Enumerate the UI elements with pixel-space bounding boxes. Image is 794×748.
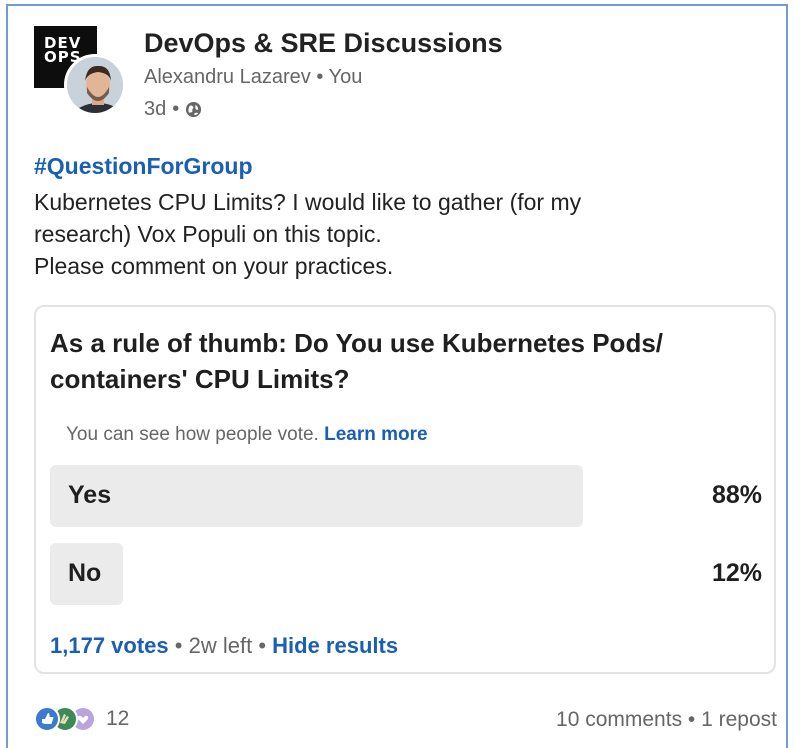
post-text-line: research) Vox Populi on this topic. — [34, 221, 382, 247]
group-name[interactable]: DevOps & SRE Discussions — [144, 28, 503, 59]
separator-dot: • — [258, 633, 273, 658]
author-line: Alexandru Lazarev • You — [144, 66, 362, 89]
author-name[interactable]: Alexandru Lazarev — [144, 66, 311, 88]
separator-dot: • — [316, 66, 324, 88]
thumb-icon — [42, 713, 54, 724]
post-time: 3d — [144, 98, 167, 120]
separator-dot: • — [172, 98, 180, 120]
poll-option-label: Yes — [68, 481, 112, 509]
comments-link[interactable]: 10 comments — [556, 708, 682, 731]
poll-option-percent: 12% — [711, 559, 762, 587]
poll-option-percent: 88% — [711, 481, 762, 509]
separator-dot: • — [687, 708, 702, 731]
post-meta: 3d • — [144, 98, 202, 121]
engagement-summary: 10 comments • 1 repost — [556, 708, 777, 732]
poll-option-no[interactable]: No 12% — [50, 543, 762, 605]
globe-icon — [186, 101, 202, 118]
hashtag-link[interactable]: #QuestionForGroup — [34, 153, 253, 180]
time-left: 2w left — [188, 633, 253, 658]
author-relation: You — [328, 66, 363, 88]
post-text: Kubernetes CPU Limits? I would like to g… — [34, 186, 754, 282]
poll-option-label: No — [68, 559, 102, 587]
poll-result-bar — [50, 465, 583, 527]
separator-dot: • — [174, 633, 189, 658]
reactions-summary[interactable]: 12 — [34, 706, 129, 732]
hide-results-link[interactable]: Hide results — [272, 633, 398, 658]
learn-more-link[interactable]: Learn more — [324, 424, 427, 445]
poll-note-text: You can see how people vote. — [66, 424, 319, 445]
post-text-line: Please comment on your practices. — [34, 253, 394, 279]
poll-card: As a rule of thumb: Do You use Kubernete… — [34, 305, 776, 674]
poll-option-yes[interactable]: Yes 88% — [50, 465, 762, 527]
poll-footer: 1,177 votes • 2w left • Hide results — [50, 633, 398, 659]
avatar[interactable] — [64, 54, 126, 116]
reposts-link[interactable]: 1 repost — [701, 708, 777, 731]
poll-question: As a rule of thumb: Do You use Kubernete… — [50, 328, 664, 394]
reaction-count: 12 — [106, 707, 130, 730]
like-icon — [34, 706, 60, 732]
poll-note: You can see how people vote. Learn more — [66, 424, 428, 446]
votes-link[interactable]: 1,177 votes — [50, 633, 169, 658]
post-text-line: Kubernetes CPU Limits? I would like to g… — [34, 189, 582, 215]
